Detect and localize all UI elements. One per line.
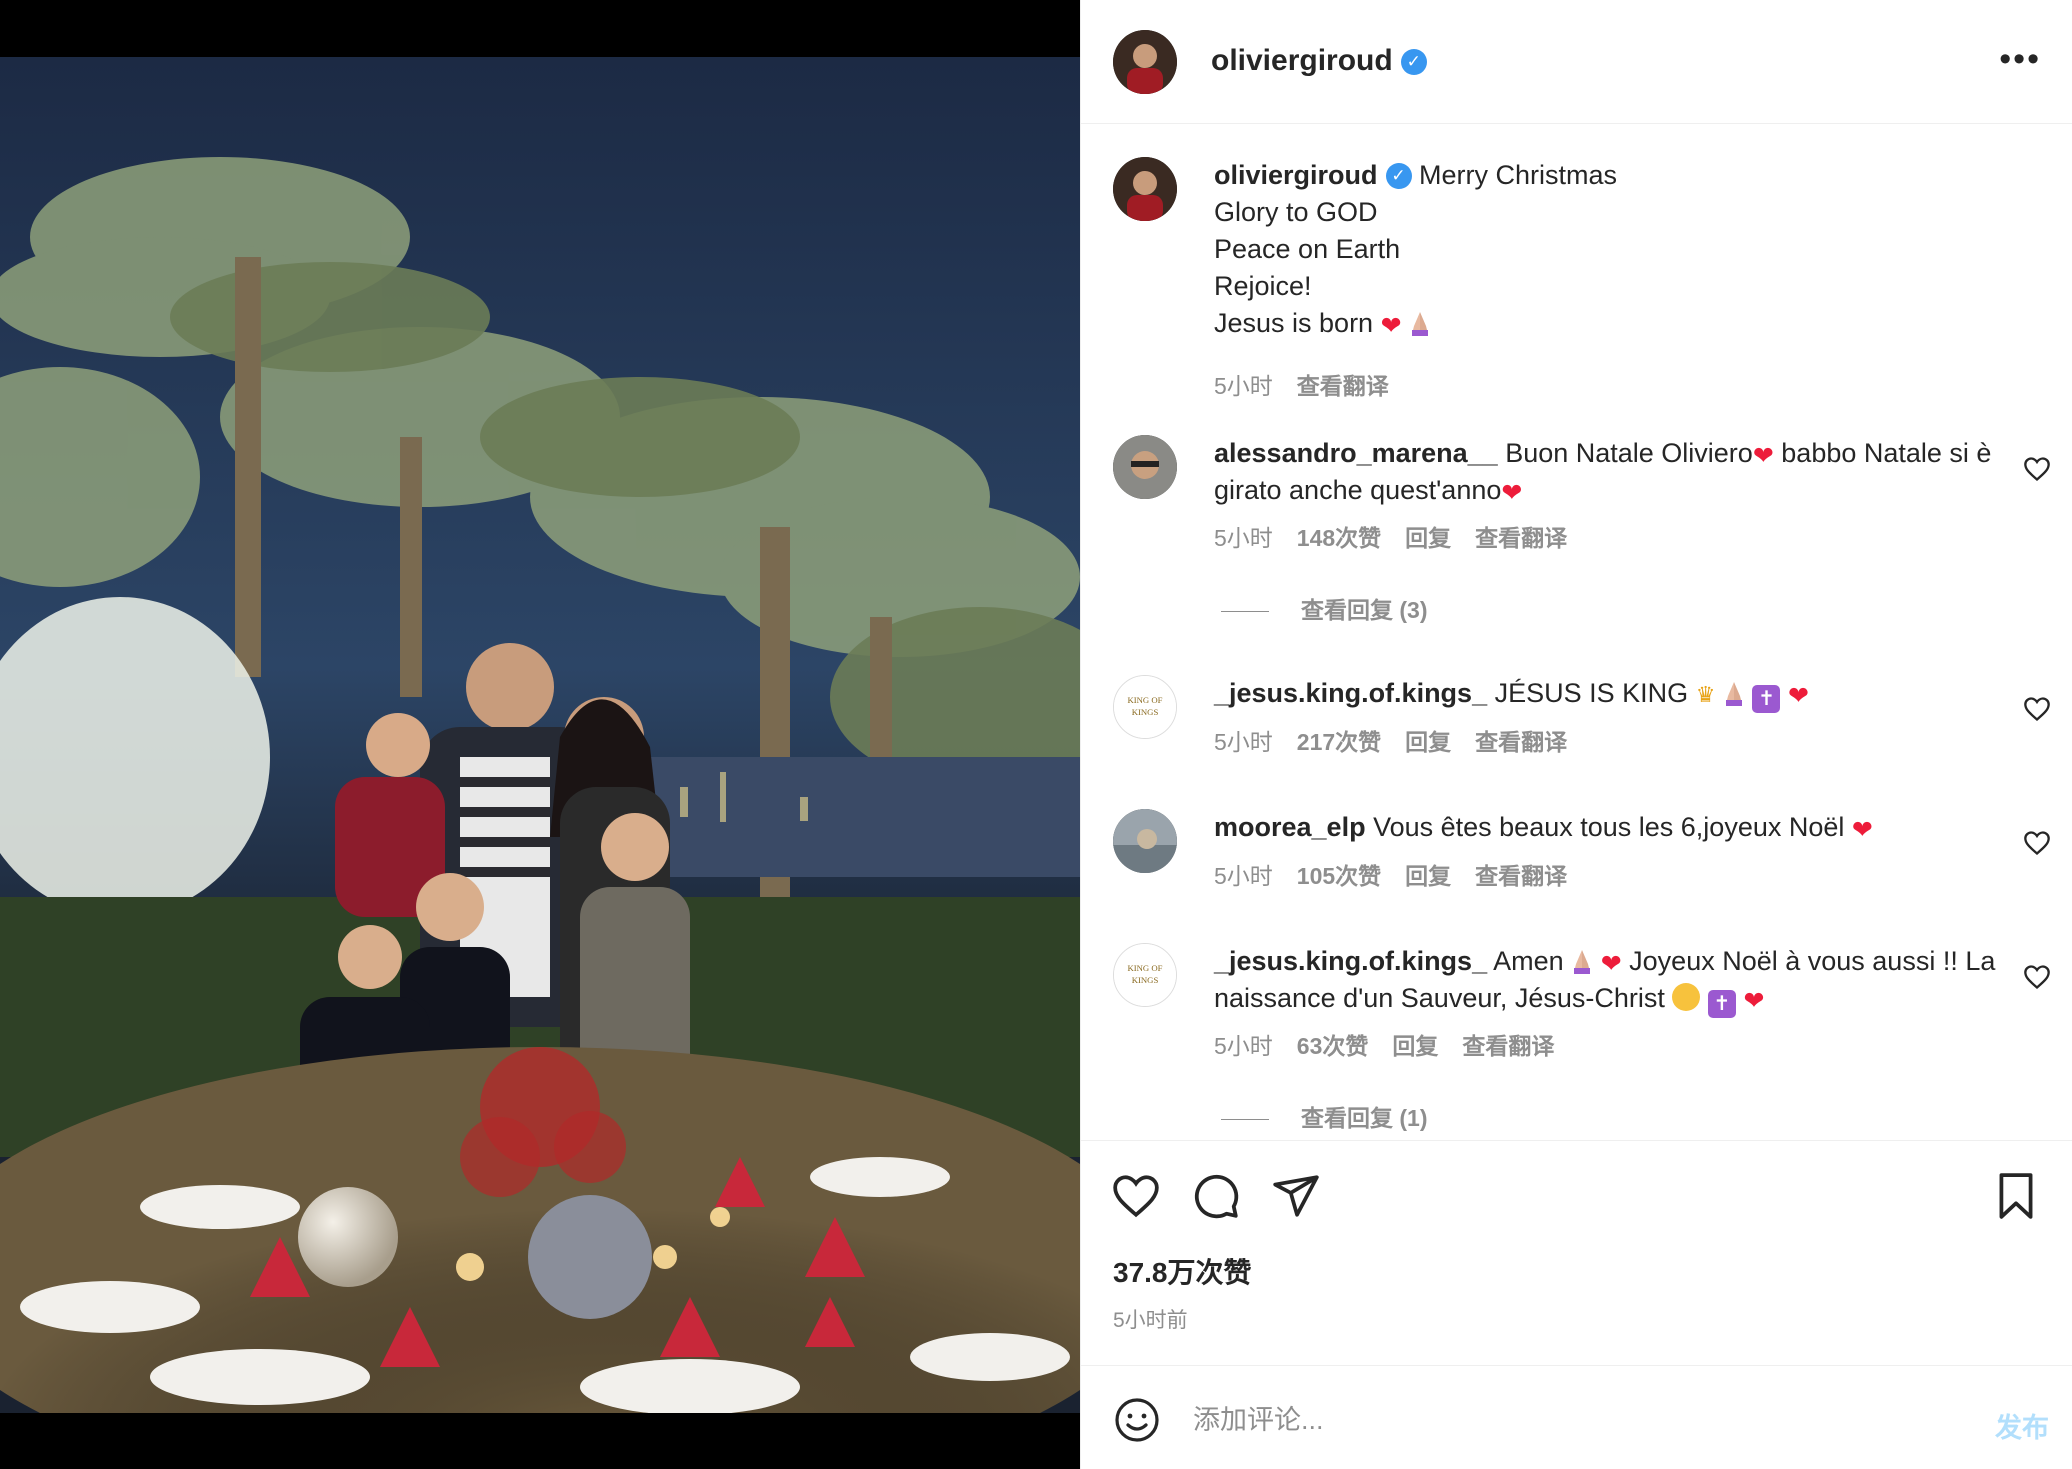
red-heart-emoji: ❤ (1787, 682, 1809, 710)
posted-time: 5小时前 (1113, 1309, 1188, 1332)
latin-cross-emoji: ✝ (1752, 685, 1781, 713)
praying-hands-emoji (1574, 950, 1591, 974)
post-side-panel: oliviergiroud ✓ ••• oliviergiroud ✓ Merry … (1080, 0, 2072, 1469)
verified-badge-icon: ✓ (1400, 49, 1427, 75)
action-bar: 37.8万次赞 5小时前 (1081, 1140, 2072, 1365)
author-avatar[interactable] (1113, 30, 1177, 94)
comment-meta: 5小时 217次赞 回复 查看翻译 (1214, 723, 1591, 757)
praying-hands-emoji (1725, 682, 1742, 706)
view-replies-button[interactable]: 查看回复 (1) (1221, 1099, 1428, 1133)
commenter-username[interactable]: _jesus.king.of.kings_ (1214, 678, 1487, 708)
post-photo[interactable] (0, 57, 1080, 1413)
commenter-avatar[interactable]: KING OF KINGS (1113, 675, 1177, 739)
commenter-username[interactable]: moorea_elp (1214, 812, 1366, 842)
comment-body: _jesus.king.of.kings_ Amen ❤ Joyeux Noël… (1214, 943, 2014, 1018)
author-username[interactable]: oliviergiroud ✓ (1211, 44, 1427, 78)
comment-like-heart-icon[interactable] (2023, 455, 2051, 483)
commenter-avatar[interactable] (1113, 435, 1177, 499)
comment-reply-button[interactable]: 回复 (1405, 863, 1451, 889)
caption-line: Jesus is born (1214, 308, 1374, 338)
view-replies-button[interactable]: 查看回复 (3) (1221, 591, 1428, 625)
replies-divider (1221, 611, 1269, 613)
comment-reply-button[interactable]: 回复 (1405, 729, 1451, 755)
comment-translate-link[interactable]: 查看翻译 (1475, 729, 1567, 755)
hugging-face-emoji (1672, 983, 1701, 1011)
comment-like-heart-icon[interactable] (2023, 829, 2051, 857)
caption-line: Rejoice! (1214, 271, 1312, 301)
comment-text: Buon Natale Oliviero (1505, 438, 1753, 468)
like-count[interactable]: 37.8万次赞 (1113, 1251, 1252, 1291)
caption-username[interactable]: oliviergiroud (1214, 160, 1378, 190)
svg-text:KINGS: KINGS (1132, 707, 1159, 717)
view-replies-label[interactable]: 查看回复 (3) (1301, 597, 1428, 623)
caption-line: Peace on Earth (1214, 234, 1401, 264)
svg-text:KINGS: KINGS (1132, 975, 1159, 985)
comment-body: alessandro_marena__ Buon Natale Oliviero… (1214, 435, 2014, 509)
comment-reply-button[interactable]: 回复 (1405, 525, 1451, 551)
comment-text: Vous êtes beaux tous les 6,joyeux Noël (1373, 812, 1845, 842)
verified-badge-icon: ✓ (1385, 163, 1412, 189)
comment-time: 5小时 (1214, 1033, 1273, 1059)
heart-icon[interactable] (1111, 1171, 1161, 1221)
caption-body: oliviergiroud ✓ Merry Christmas Glory to … (1214, 157, 2014, 342)
comment-input[interactable] (1193, 1392, 1943, 1448)
comment-icon[interactable] (1191, 1171, 1241, 1221)
comment-time: 5小时 (1214, 729, 1273, 755)
comment-like-heart-icon[interactable] (2023, 695, 2051, 723)
red-heart-emoji: ❤ (1743, 987, 1765, 1015)
comment-body: moorea_elp Vous êtes beaux tous les 6,jo… (1214, 809, 2014, 846)
caption-time: 5小时 (1214, 373, 1273, 399)
comment-likes[interactable]: 105次赞 (1297, 863, 1381, 889)
comment-body: _jesus.king.of.kings_ JÉSUS IS KING ♛ ✝ … (1214, 675, 2014, 713)
red-heart-emoji: ❤ (1851, 816, 1873, 844)
media-panel (0, 0, 1080, 1469)
latin-cross-emoji: ✝ (1707, 990, 1736, 1018)
svg-text:KING OF: KING OF (1127, 963, 1162, 973)
svg-text:KING OF: KING OF (1127, 695, 1162, 705)
caption-meta: 5小时 查看翻译 (1214, 367, 1413, 401)
comment-meta: 5小时 63次赞 回复 查看翻译 (1214, 1027, 1578, 1061)
commenter-username[interactable]: _jesus.king.of.kings_ (1214, 946, 1487, 976)
crown-emoji: ♛ (1695, 682, 1716, 707)
comment-time: 5小时 (1214, 863, 1273, 889)
comment-likes[interactable]: 63次赞 (1297, 1033, 1369, 1059)
comment-time: 5小时 (1214, 525, 1273, 551)
author-username-text[interactable]: oliviergiroud (1211, 44, 1393, 77)
comment-likes[interactable]: 217次赞 (1297, 729, 1381, 755)
commenter-avatar[interactable]: KING OF KINGS (1113, 943, 1177, 1007)
comment-text: JÉSUS IS KING (1494, 678, 1689, 708)
comment-text: Amen (1493, 946, 1564, 976)
view-replies-label[interactable]: 查看回复 (1) (1301, 1105, 1428, 1131)
comment-meta: 5小时 148次赞 回复 查看翻译 (1214, 519, 1591, 553)
red-heart-emoji: ❤ (1501, 479, 1523, 507)
red-heart-emoji: ❤ (1752, 442, 1774, 470)
post-viewer: oliviergiroud ✓ ••• oliviergiroud ✓ Merry … (0, 0, 2072, 1469)
praying-hands-emoji (1412, 312, 1429, 336)
replies-divider (1221, 1119, 1269, 1121)
more-options-icon[interactable]: ••• (1999, 42, 2041, 76)
comment-likes[interactable]: 148次赞 (1297, 525, 1381, 551)
comment-reply-button[interactable]: 回复 (1392, 1033, 1438, 1059)
caption-line: Glory to GOD (1214, 197, 1378, 227)
emoji-icon[interactable] (1113, 1396, 1161, 1444)
post-header: oliviergiroud ✓ ••• (1081, 0, 2072, 124)
post-comment-button[interactable]: 发布 (1995, 1406, 2049, 1445)
red-heart-emoji: ❤ (1380, 312, 1402, 340)
share-icon[interactable] (1271, 1171, 1321, 1221)
comment-translate-link[interactable]: 查看翻译 (1475, 525, 1567, 551)
red-heart-emoji: ❤ (1600, 950, 1622, 978)
comments-list[interactable]: oliviergiroud ✓ Merry Christmas Glory to … (1081, 125, 2072, 1140)
caption-avatar[interactable] (1113, 157, 1177, 221)
comment-translate-link[interactable]: 查看翻译 (1462, 1033, 1554, 1059)
comment-like-heart-icon[interactable] (2023, 963, 2051, 991)
bookmark-icon[interactable] (1991, 1171, 2041, 1221)
comment-composer: 发布 (1081, 1365, 2072, 1469)
comment-translate-link[interactable]: 查看翻译 (1475, 863, 1567, 889)
commenter-username[interactable]: alessandro_marena__ (1214, 438, 1498, 468)
commenter-avatar[interactable] (1113, 809, 1177, 873)
caption-line: Merry Christmas (1419, 160, 1618, 190)
comment-meta: 5小时 105次赞 回复 查看翻译 (1214, 857, 1591, 891)
caption-translate-link[interactable]: 查看翻译 (1297, 373, 1389, 399)
